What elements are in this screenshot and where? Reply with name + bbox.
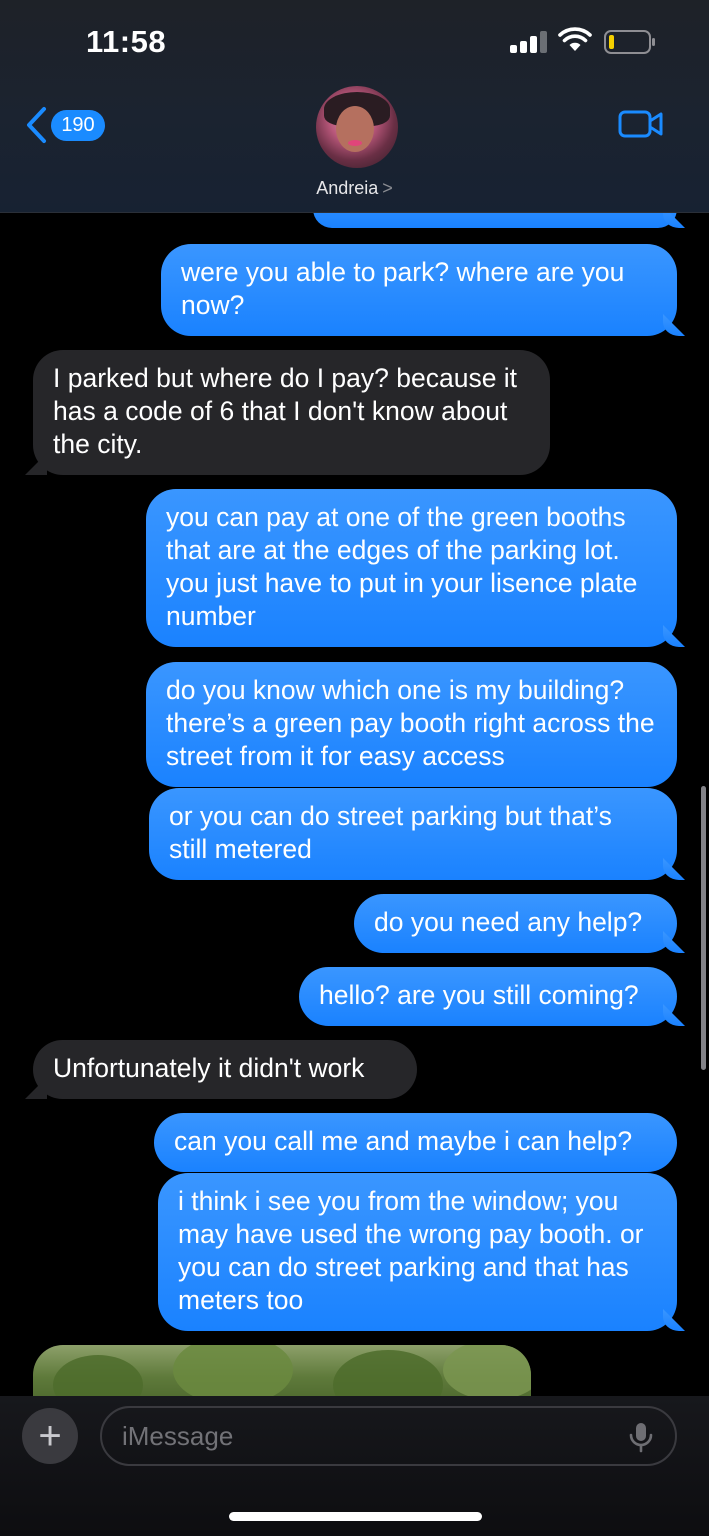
message-bubble-outgoing[interactable]: hello? are you still coming? [299, 967, 677, 1026]
battery-low-icon [604, 30, 655, 54]
conversation-header: 11:58 190 Andreia > [0, 0, 709, 213]
video-camera-icon[interactable] [618, 109, 664, 139]
microphone-icon[interactable] [628, 1421, 654, 1453]
unread-count-badge: 190 [51, 109, 105, 141]
chevron-left-icon [27, 107, 46, 143]
message-bubble-outgoing[interactable]: or you can do street parking but that’s … [149, 788, 677, 880]
compose-bar: + [0, 1396, 709, 1536]
wifi-icon [558, 27, 592, 51]
scrollbar[interactable] [701, 786, 706, 1070]
message-bubble-outgoing[interactable]: can you call me and maybe i can help? [154, 1113, 677, 1172]
message-bubble-outgoing[interactable]: do you need any help? [354, 894, 677, 953]
cellular-signal-icon [510, 31, 548, 53]
message-bubble-incoming[interactable]: Unfortunately it didn't work [33, 1040, 417, 1099]
contact-name[interactable]: Andreia > [0, 178, 709, 199]
contact-name-label: Andreia [316, 178, 379, 198]
message-thread[interactable]: were you able to park? where are you now… [0, 0, 709, 1536]
message-bubble-outgoing[interactable]: were you able to park? where are you now… [161, 244, 677, 336]
message-input[interactable] [100, 1406, 677, 1466]
message-bubble-incoming[interactable]: I parked but where do I pay? because it … [33, 350, 550, 475]
back-button[interactable]: 190 [24, 106, 105, 144]
message-bubble-outgoing[interactable]: do you know which one is my building? th… [146, 662, 677, 787]
status-time: 11:58 [86, 24, 167, 59]
chevron-right-icon: > [382, 178, 393, 198]
apps-plus-button[interactable]: + [22, 1408, 78, 1464]
avatar-lips [348, 140, 362, 146]
contact-avatar[interactable] [316, 86, 398, 168]
message-bubble-outgoing[interactable]: i think i see you from the window; you m… [158, 1173, 677, 1331]
photo-foliage [443, 1345, 531, 1400]
home-indicator[interactable] [229, 1512, 482, 1521]
message-bubble-outgoing[interactable]: you can pay at one of the green booths t… [146, 489, 677, 647]
